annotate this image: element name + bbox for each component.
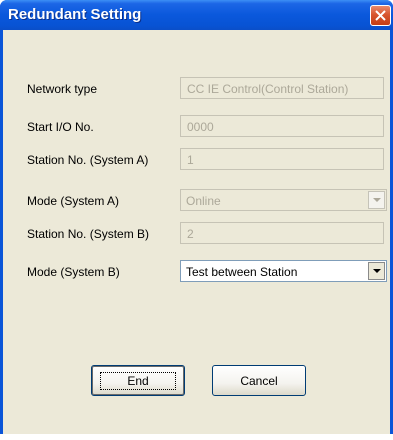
mode-b-select[interactable]: Test between Station (180, 260, 387, 282)
window-title: Redundant Setting (8, 6, 142, 23)
dialog-window: Redundant Setting Network type CC IE Con… (0, 0, 393, 440)
mode-a-select: Online (180, 189, 387, 211)
title-bar[interactable]: Redundant Setting (0, 0, 393, 30)
window-bottom-edge (0, 434, 393, 440)
mode-b-label: Mode (System B) (27, 265, 120, 279)
station-a-label: Station No. (System A) (27, 153, 149, 167)
chevron-down-icon (373, 269, 381, 273)
dialog-body: Network type CC IE Control(Control Stati… (3, 30, 390, 440)
mode-a-label: Mode (System A) (27, 194, 120, 208)
close-icon (375, 10, 386, 21)
station-a-field: 1 (180, 148, 384, 170)
station-b-label: Station No. (System B) (27, 227, 150, 241)
cancel-button-label: Cancel (240, 373, 278, 388)
station-b-field: 2 (180, 222, 384, 244)
start-io-field: 0000 (180, 115, 384, 137)
chevron-down-icon (373, 198, 381, 202)
start-io-label: Start I/O No. (27, 120, 94, 134)
mode-b-dropdown-button[interactable] (368, 262, 385, 280)
mode-b-value: Test between Station (186, 265, 298, 279)
end-button[interactable]: End (91, 365, 185, 396)
mode-a-value: Online (186, 194, 221, 208)
end-button-label: End (100, 371, 176, 390)
network-type-label: Network type (27, 82, 98, 96)
network-type-field: CC IE Control(Control Station) (180, 77, 384, 99)
close-button[interactable] (370, 5, 391, 26)
mode-a-dropdown-button (368, 191, 385, 209)
cancel-button[interactable]: Cancel (212, 365, 306, 396)
